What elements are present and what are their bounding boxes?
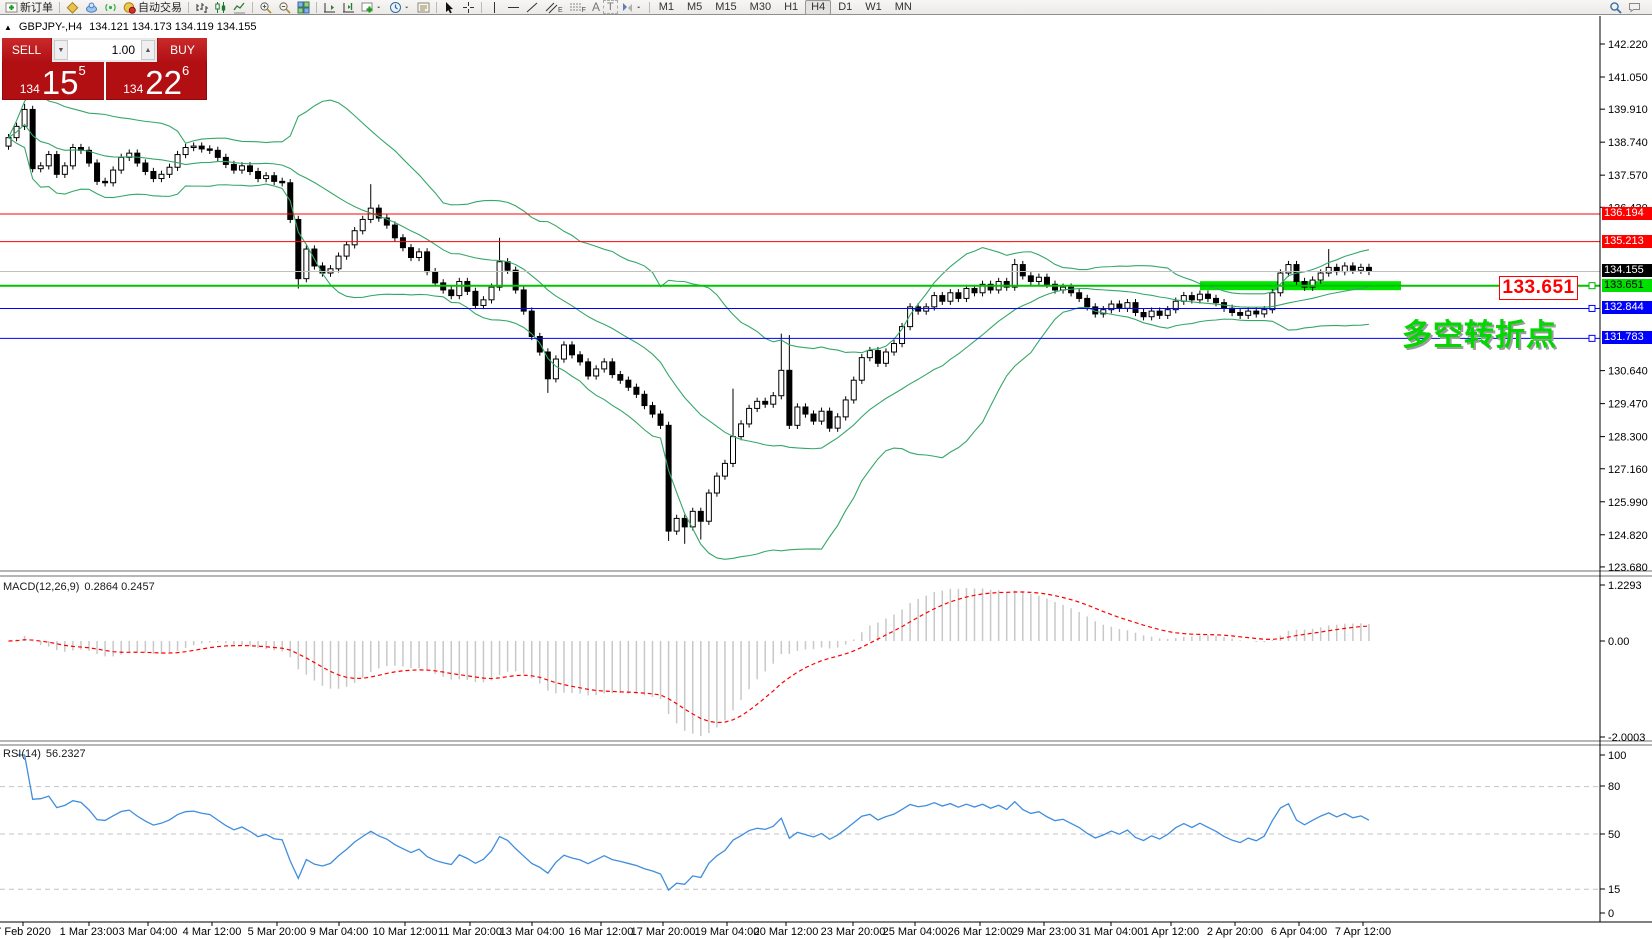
svg-text:139.910: 139.910 bbox=[1608, 104, 1648, 116]
horizontal-level-lines bbox=[0, 214, 1600, 341]
buy-price-sup: 6 bbox=[182, 64, 189, 77]
svg-text:125.990: 125.990 bbox=[1608, 497, 1648, 509]
svg-text:26 Mar 12:00: 26 Mar 12:00 bbox=[948, 926, 1013, 938]
svg-text:2 Apr 20:00: 2 Apr 20:00 bbox=[1207, 926, 1263, 938]
svg-text:16 Mar 12:00: 16 Mar 12:00 bbox=[569, 926, 634, 938]
volume-spinner: ▼ 1.00 ▲ bbox=[52, 38, 157, 62]
price-level-box-label[interactable]: 133.651 bbox=[1499, 276, 1578, 300]
rsi-name: RSI(14) bbox=[3, 748, 41, 760]
rsi-line bbox=[17, 755, 1369, 890]
svg-text:0.00: 0.00 bbox=[1608, 636, 1629, 648]
price-tag-135.213: 135.213 bbox=[1602, 235, 1652, 248]
candlestick-series bbox=[6, 104, 1371, 544]
price-tag-134.155: 134.155 bbox=[1602, 264, 1652, 277]
symbol-header: ▲ GBPJPY-,H4 134.121 134.173 134.119 134… bbox=[4, 21, 257, 33]
sell-price-big: 15 bbox=[42, 69, 79, 97]
svg-text:129.470: 129.470 bbox=[1608, 399, 1648, 411]
turning-point-annotation[interactable]: 多空转折点 bbox=[1402, 310, 1557, 354]
svg-text:141.050: 141.050 bbox=[1608, 72, 1648, 84]
svg-text:9 Mar 04:00: 9 Mar 04:00 bbox=[310, 926, 369, 938]
svg-text:137.570: 137.570 bbox=[1608, 170, 1648, 182]
volume-input[interactable]: 1.00 bbox=[68, 40, 141, 60]
svg-text:0: 0 bbox=[1608, 908, 1614, 920]
svg-text:6 Apr 04:00: 6 Apr 04:00 bbox=[1271, 926, 1327, 938]
macd-histogram bbox=[9, 588, 1369, 736]
svg-text:7 Feb 2020: 7 Feb 2020 bbox=[0, 926, 51, 938]
sell-price-sup: 5 bbox=[79, 64, 86, 77]
svg-text:124.820: 124.820 bbox=[1608, 530, 1648, 542]
sell-button[interactable]: SELL bbox=[2, 38, 51, 62]
svg-text:50: 50 bbox=[1608, 829, 1620, 841]
price-tag-131.783: 131.783 bbox=[1602, 331, 1652, 344]
price-tag-136.194: 136.194 bbox=[1602, 207, 1652, 220]
mt4-terminal-window: 新订单 自动交易 bbox=[0, 0, 1652, 938]
svg-text:10 Mar 12:00: 10 Mar 12:00 bbox=[373, 926, 438, 938]
buy-price-small: 134 bbox=[123, 83, 143, 95]
svg-text:19 Mar 04:00: 19 Mar 04:00 bbox=[695, 926, 760, 938]
symbol-ohlc-values: 134.121 134.173 134.119 134.155 bbox=[89, 21, 256, 33]
macd-axis: 1.2293 0.00 -2.0003 bbox=[1600, 580, 1645, 744]
svg-text:3 Mar 04:00: 3 Mar 04:00 bbox=[119, 926, 178, 938]
bollinger-bands bbox=[9, 92, 1369, 559]
svg-text:11 Mar 20:00: 11 Mar 20:00 bbox=[438, 926, 502, 938]
volume-decrease-button[interactable]: ▼ bbox=[54, 40, 68, 60]
price-tag-132.844: 132.844 bbox=[1602, 301, 1652, 314]
macd-signal-line bbox=[9, 592, 1369, 723]
svg-text:29 Mar 23:00: 29 Mar 23:00 bbox=[1012, 926, 1077, 938]
svg-text:123.680: 123.680 bbox=[1608, 562, 1648, 574]
svg-text:23 Mar 20:00: 23 Mar 20:00 bbox=[821, 926, 886, 938]
svg-text:31 Mar 04:00: 31 Mar 04:00 bbox=[1079, 926, 1144, 938]
date-axis[interactable]: 7 Feb 2020 1 Mar 23:003 Mar 04:00 4 Mar 12… bbox=[0, 922, 1391, 938]
svg-text:138.740: 138.740 bbox=[1608, 137, 1648, 149]
svg-text:-2.0003: -2.0003 bbox=[1608, 732, 1645, 744]
buy-price[interactable]: 134 22 6 bbox=[106, 62, 208, 100]
svg-text:15: 15 bbox=[1608, 884, 1620, 896]
svg-text:20 Mar 12:00: 20 Mar 12:00 bbox=[754, 926, 819, 938]
svg-text:130.640: 130.640 bbox=[1608, 366, 1648, 378]
rsi-indicator-label: RSI(14) 56.2327 bbox=[3, 748, 86, 760]
macd-name: MACD(12,26,9) bbox=[3, 581, 79, 593]
macd-indicator-label: MACD(12,26,9) 0.2864 0.2457 bbox=[3, 581, 155, 593]
svg-text:1.2293: 1.2293 bbox=[1608, 580, 1642, 592]
one-click-trading-panel: SELL ▼ 1.00 ▲ BUY 134 15 5 134 22 6 bbox=[2, 38, 207, 100]
svg-text:17 Mar 20:00: 17 Mar 20:00 bbox=[631, 926, 696, 938]
svg-text:13 Mar 04:00: 13 Mar 04:00 bbox=[500, 926, 565, 938]
buy-price-big: 22 bbox=[145, 69, 182, 97]
line-anchor-handle[interactable] bbox=[1589, 335, 1595, 341]
svg-text:1 Mar 23:00: 1 Mar 23:00 bbox=[60, 926, 119, 938]
svg-text:142.220: 142.220 bbox=[1608, 39, 1648, 51]
svg-text:80: 80 bbox=[1608, 781, 1620, 793]
svg-text:7 Apr 12:00: 7 Apr 12:00 bbox=[1335, 926, 1391, 938]
svg-text:4 Mar 12:00: 4 Mar 12:00 bbox=[183, 926, 242, 938]
buy-button[interactable]: BUY bbox=[158, 38, 207, 62]
sell-price[interactable]: 134 15 5 bbox=[2, 62, 104, 100]
svg-text:100: 100 bbox=[1608, 750, 1626, 762]
svg-text:128.300: 128.300 bbox=[1608, 432, 1648, 444]
rsi-value: 56.2327 bbox=[46, 748, 86, 760]
svg-text:25 Mar 04:00: 25 Mar 04:00 bbox=[883, 926, 948, 938]
chart-canvas[interactable]: 142.220141.050139.910138.740137.570136.4… bbox=[0, 0, 1652, 938]
macd-values: 0.2864 0.2457 bbox=[84, 581, 154, 593]
line-anchor-handle[interactable] bbox=[1589, 305, 1595, 311]
svg-text:1 Apr 12:00: 1 Apr 12:00 bbox=[1143, 926, 1199, 938]
svg-text:5 Mar 20:00: 5 Mar 20:00 bbox=[248, 926, 307, 938]
line-anchor-handle[interactable] bbox=[1589, 283, 1595, 289]
volume-increase-button[interactable]: ▲ bbox=[141, 40, 155, 60]
symbol-name: GBPJPY-,H4 bbox=[19, 21, 82, 33]
price-tag-133.651: 133.651 bbox=[1602, 279, 1652, 292]
rsi-axis: 100 80 50 15 0 bbox=[1600, 750, 1626, 920]
symbol-marker-icon: ▲ bbox=[4, 23, 12, 32]
sell-price-small: 134 bbox=[20, 83, 40, 95]
rsi-level-lines bbox=[0, 787, 1600, 890]
svg-text:127.160: 127.160 bbox=[1608, 464, 1648, 476]
